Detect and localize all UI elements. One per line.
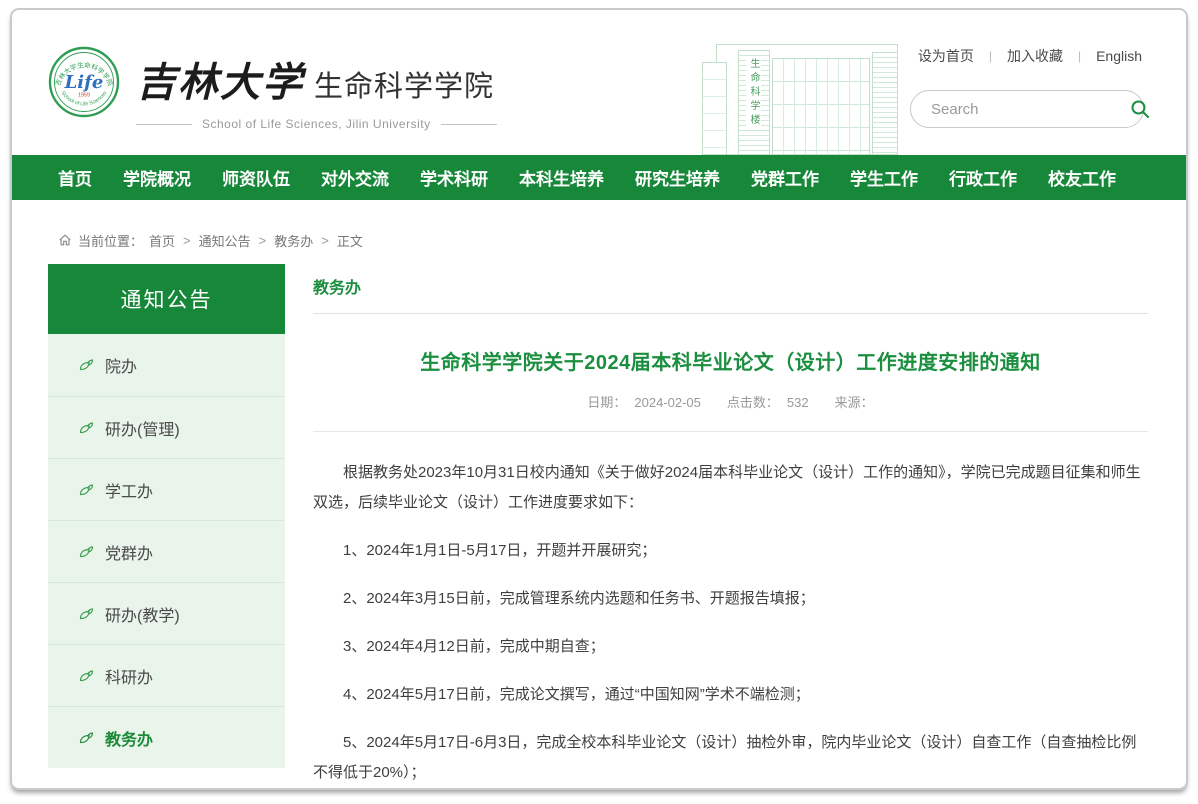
breadcrumb-notices[interactable]: 通知公告 xyxy=(199,231,251,250)
meta-date-label: 日期： xyxy=(587,395,626,410)
seal-year-text: 1959 xyxy=(78,93,90,99)
nav-item-students[interactable]: 学生工作 xyxy=(850,165,918,190)
breadcrumb-separator: > xyxy=(259,233,267,248)
sidebar-item-yuanban[interactable]: 院办 xyxy=(48,334,285,396)
set-homepage-link[interactable]: 设为首页 xyxy=(918,46,974,66)
meta-source-label: 来源： xyxy=(835,395,874,410)
paragraph: 2、2024年3月15日前，完成管理系统内选题和任务书、开题报告填报； xyxy=(313,584,1148,614)
article-panel: 教务办 生命科学学院关于2024届本科毕业论文（设计）工作进度安排的通知 日期：… xyxy=(313,264,1148,790)
search-button[interactable] xyxy=(1130,99,1150,119)
meta-date-value: 2024-02-05 xyxy=(634,395,701,410)
sidebar-item-dangqunban[interactable]: 党群办 xyxy=(48,520,285,582)
article-title: 生命科学学院关于2024届本科毕业论文（设计）工作进度安排的通知 xyxy=(313,346,1148,375)
breadcrumb-home[interactable]: 首页 xyxy=(149,231,175,250)
paragraph: 5、2024年5月17日-6月3日，完成全校本科毕业论文（设计）抽检外审，院内毕… xyxy=(313,728,1148,788)
nav-item-faculty[interactable]: 师资队伍 xyxy=(222,165,290,190)
nav-item-research[interactable]: 学术科研 xyxy=(420,165,488,190)
section-title: 教务办 xyxy=(313,264,1148,314)
utility-links: 设为首页 | 加入收藏 | English xyxy=(918,46,1142,66)
meta-hits-label: 点击数： xyxy=(727,395,779,410)
seal-script-text: Life xyxy=(64,72,104,93)
meta-divider xyxy=(313,431,1148,432)
breadcrumb-office[interactable]: 教务办 xyxy=(274,231,313,250)
sidebar-item-xuegongban[interactable]: 学工办 xyxy=(48,458,285,520)
article-meta: 日期： 2024-02-05 点击数： 532 来源： xyxy=(313,392,1148,411)
home-icon xyxy=(58,233,72,247)
nav-item-party[interactable]: 党群工作 xyxy=(751,165,819,190)
sidebar: 通知公告 院办 研办(管理) 学工办 党群办 xyxy=(48,264,285,768)
subtitle-rule-right xyxy=(441,124,497,125)
breadcrumb: 当前位置： 首页 > 通知公告 > 教务办 > 正文 xyxy=(12,200,1186,250)
search-box xyxy=(910,90,1144,128)
content-area: 通知公告 院办 研办(管理) 学工办 党群办 xyxy=(12,250,1186,790)
building-line-art: 生命科学楼 xyxy=(702,44,914,155)
brand-block: 吉林大学 生命科学学院 School of Life Sciences, Jil… xyxy=(136,50,476,131)
nav-item-home[interactable]: 首页 xyxy=(58,165,92,190)
utility-separator: | xyxy=(989,49,992,63)
nav-item-administration[interactable]: 行政工作 xyxy=(949,165,1017,190)
page-frame: 生命科学楼 吉林大学生命科学学院 Life 1959 School of Lif… xyxy=(10,8,1188,790)
leaf-icon xyxy=(78,730,94,746)
breadcrumb-label: 当前位置： xyxy=(78,231,143,250)
leaf-icon xyxy=(78,420,94,436)
breadcrumb-separator: > xyxy=(321,233,329,248)
nav-item-graduate[interactable]: 研究生培养 xyxy=(635,165,720,190)
nav-item-exchange[interactable]: 对外交流 xyxy=(321,165,389,190)
nav-item-overview[interactable]: 学院概况 xyxy=(123,165,191,190)
sidebar-title: 通知公告 xyxy=(48,264,285,334)
nav-item-alumni[interactable]: 校友工作 xyxy=(1048,165,1116,190)
university-name-calligraphy: 吉林大学 xyxy=(136,50,304,108)
brand-subtitle: School of Life Sciences, Jilin Universit… xyxy=(202,117,431,131)
search-icon xyxy=(1130,99,1150,119)
leaf-icon xyxy=(78,606,94,622)
paragraph: 根据教务处2023年10月31日校内通知《关于做好2024届本科毕业论文（设计）… xyxy=(313,458,1148,518)
sidebar-item-keyanban[interactable]: 科研办 xyxy=(48,644,285,706)
sidebar-item-jiaowuban[interactable]: 教务办 xyxy=(48,706,285,768)
breadcrumb-separator: > xyxy=(183,233,191,248)
leaf-icon xyxy=(78,544,94,560)
search-input[interactable] xyxy=(931,101,1130,118)
college-name: 生命科学学院 xyxy=(314,63,494,105)
leaf-icon xyxy=(78,482,94,498)
sidebar-item-yanban-guanli[interactable]: 研办(管理) xyxy=(48,396,285,458)
sidebar-menu: 院办 研办(管理) 学工办 党群办 研办(教学) xyxy=(48,334,285,768)
sidebar-item-yanban-jiaoxue[interactable]: 研办(教学) xyxy=(48,582,285,644)
building-label: 生命科学楼 xyxy=(746,58,761,128)
english-link[interactable]: English xyxy=(1096,48,1142,64)
subtitle-rule-left xyxy=(136,124,192,125)
paragraph: 3、2024年4月12日前，完成中期自查； xyxy=(313,632,1148,662)
meta-hits-value: 532 xyxy=(787,395,809,410)
add-favorite-link[interactable]: 加入收藏 xyxy=(1007,46,1063,66)
main-nav: 首页 学院概况 师资队伍 对外交流 学术科研 本科生培养 研究生培养 党群工作 … xyxy=(12,155,1186,200)
paragraph: 1、2024年1月1日-5月17日，开题并开展研究； xyxy=(313,536,1148,566)
site-header: 生命科学楼 吉林大学生命科学学院 Life 1959 School of Lif… xyxy=(12,10,1186,155)
paragraph: 4、2024年5月17日前，完成论文撰写，通过“中国知网”学术不端检测； xyxy=(313,680,1148,710)
leaf-icon xyxy=(78,668,94,684)
article-body: 根据教务处2023年10月31日校内通知《关于做好2024届本科毕业论文（设计）… xyxy=(313,458,1148,788)
utility-separator: | xyxy=(1078,49,1081,63)
breadcrumb-current: 正文 xyxy=(337,231,363,250)
leaf-icon xyxy=(78,357,94,373)
university-seal-logo[interactable]: 吉林大学生命科学学院 Life 1959 School of Life Scie… xyxy=(48,46,120,118)
nav-item-undergraduate[interactable]: 本科生培养 xyxy=(519,165,604,190)
